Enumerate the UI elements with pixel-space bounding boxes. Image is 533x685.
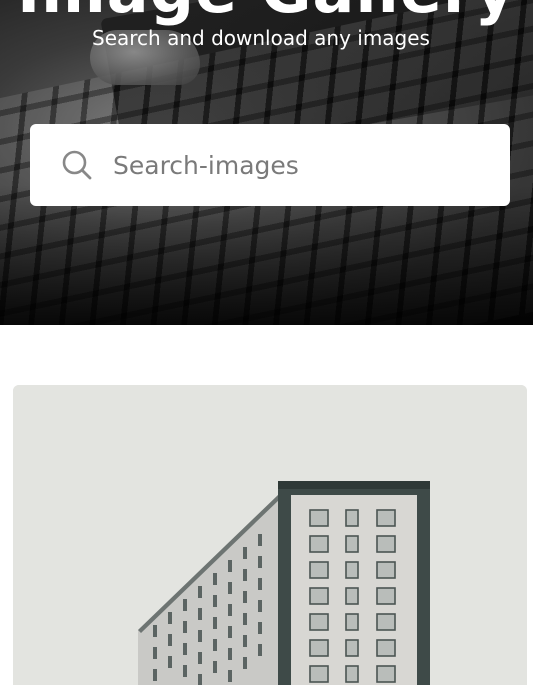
building-window — [345, 535, 359, 553]
building-side-window — [228, 560, 232, 572]
building-side-window — [198, 630, 202, 642]
building-side-window — [168, 612, 172, 624]
building-window — [376, 613, 396, 631]
building-window — [376, 535, 396, 553]
image-card[interactable] — [13, 385, 527, 685]
building-side-window — [198, 586, 202, 598]
building-window — [309, 509, 329, 527]
building-side-window — [228, 648, 232, 660]
building-side-window — [213, 661, 217, 673]
building-window — [376, 561, 396, 579]
building-side-window — [183, 599, 187, 611]
building-side-window — [243, 657, 247, 669]
building-side-window — [243, 613, 247, 625]
building-side-window — [198, 608, 202, 620]
building-side-window — [258, 556, 262, 568]
building-side-window — [258, 600, 262, 612]
building-window — [376, 587, 396, 605]
building-side-window — [228, 604, 232, 616]
building-window — [309, 613, 329, 631]
building-side-window — [243, 635, 247, 647]
building-side-window — [213, 595, 217, 607]
building-side-window — [213, 639, 217, 651]
page-title: Image Gallery — [0, 0, 533, 27]
building-side-window — [213, 617, 217, 629]
building-side-window — [183, 621, 187, 633]
building-window — [345, 587, 359, 605]
building-window — [376, 639, 396, 657]
building-window — [376, 509, 396, 527]
building-side-window — [198, 652, 202, 664]
building-side-window — [243, 547, 247, 559]
results-section — [0, 325, 533, 685]
building-side-window — [258, 534, 262, 546]
building-side-window — [183, 643, 187, 655]
building-window — [345, 639, 359, 657]
building-window — [309, 587, 329, 605]
hero-banner: Image Gallery Search and download any im… — [0, 0, 533, 325]
building-side-window — [168, 656, 172, 668]
building-side-window — [213, 573, 217, 585]
building-side-window — [198, 674, 202, 685]
building-side-window — [153, 647, 157, 659]
building-side-window — [153, 625, 157, 637]
building-side-window — [153, 669, 157, 681]
search-input[interactable] — [113, 150, 473, 180]
building-window — [345, 665, 359, 683]
page-subtitle: Search and download any images — [92, 26, 430, 50]
building-side-window — [243, 569, 247, 581]
building-side-window — [228, 582, 232, 594]
building-window — [309, 639, 329, 657]
building-window — [345, 509, 359, 527]
building-window — [376, 665, 396, 683]
building-side-window — [228, 670, 232, 682]
building-window — [345, 561, 359, 579]
building-side-window — [243, 591, 247, 603]
building-side-window — [228, 626, 232, 638]
building-side-window — [258, 578, 262, 590]
search-box[interactable] — [30, 124, 510, 206]
building-window — [309, 561, 329, 579]
building-side-window — [258, 644, 262, 656]
building-window — [309, 535, 329, 553]
building-window — [345, 613, 359, 631]
building-side-window — [168, 634, 172, 646]
building-side-window — [258, 622, 262, 634]
search-icon[interactable] — [61, 149, 93, 181]
building-window — [309, 665, 329, 683]
hero-gradient-overlay — [0, 185, 533, 325]
building-photo — [13, 385, 527, 685]
building-side-window — [183, 665, 187, 677]
